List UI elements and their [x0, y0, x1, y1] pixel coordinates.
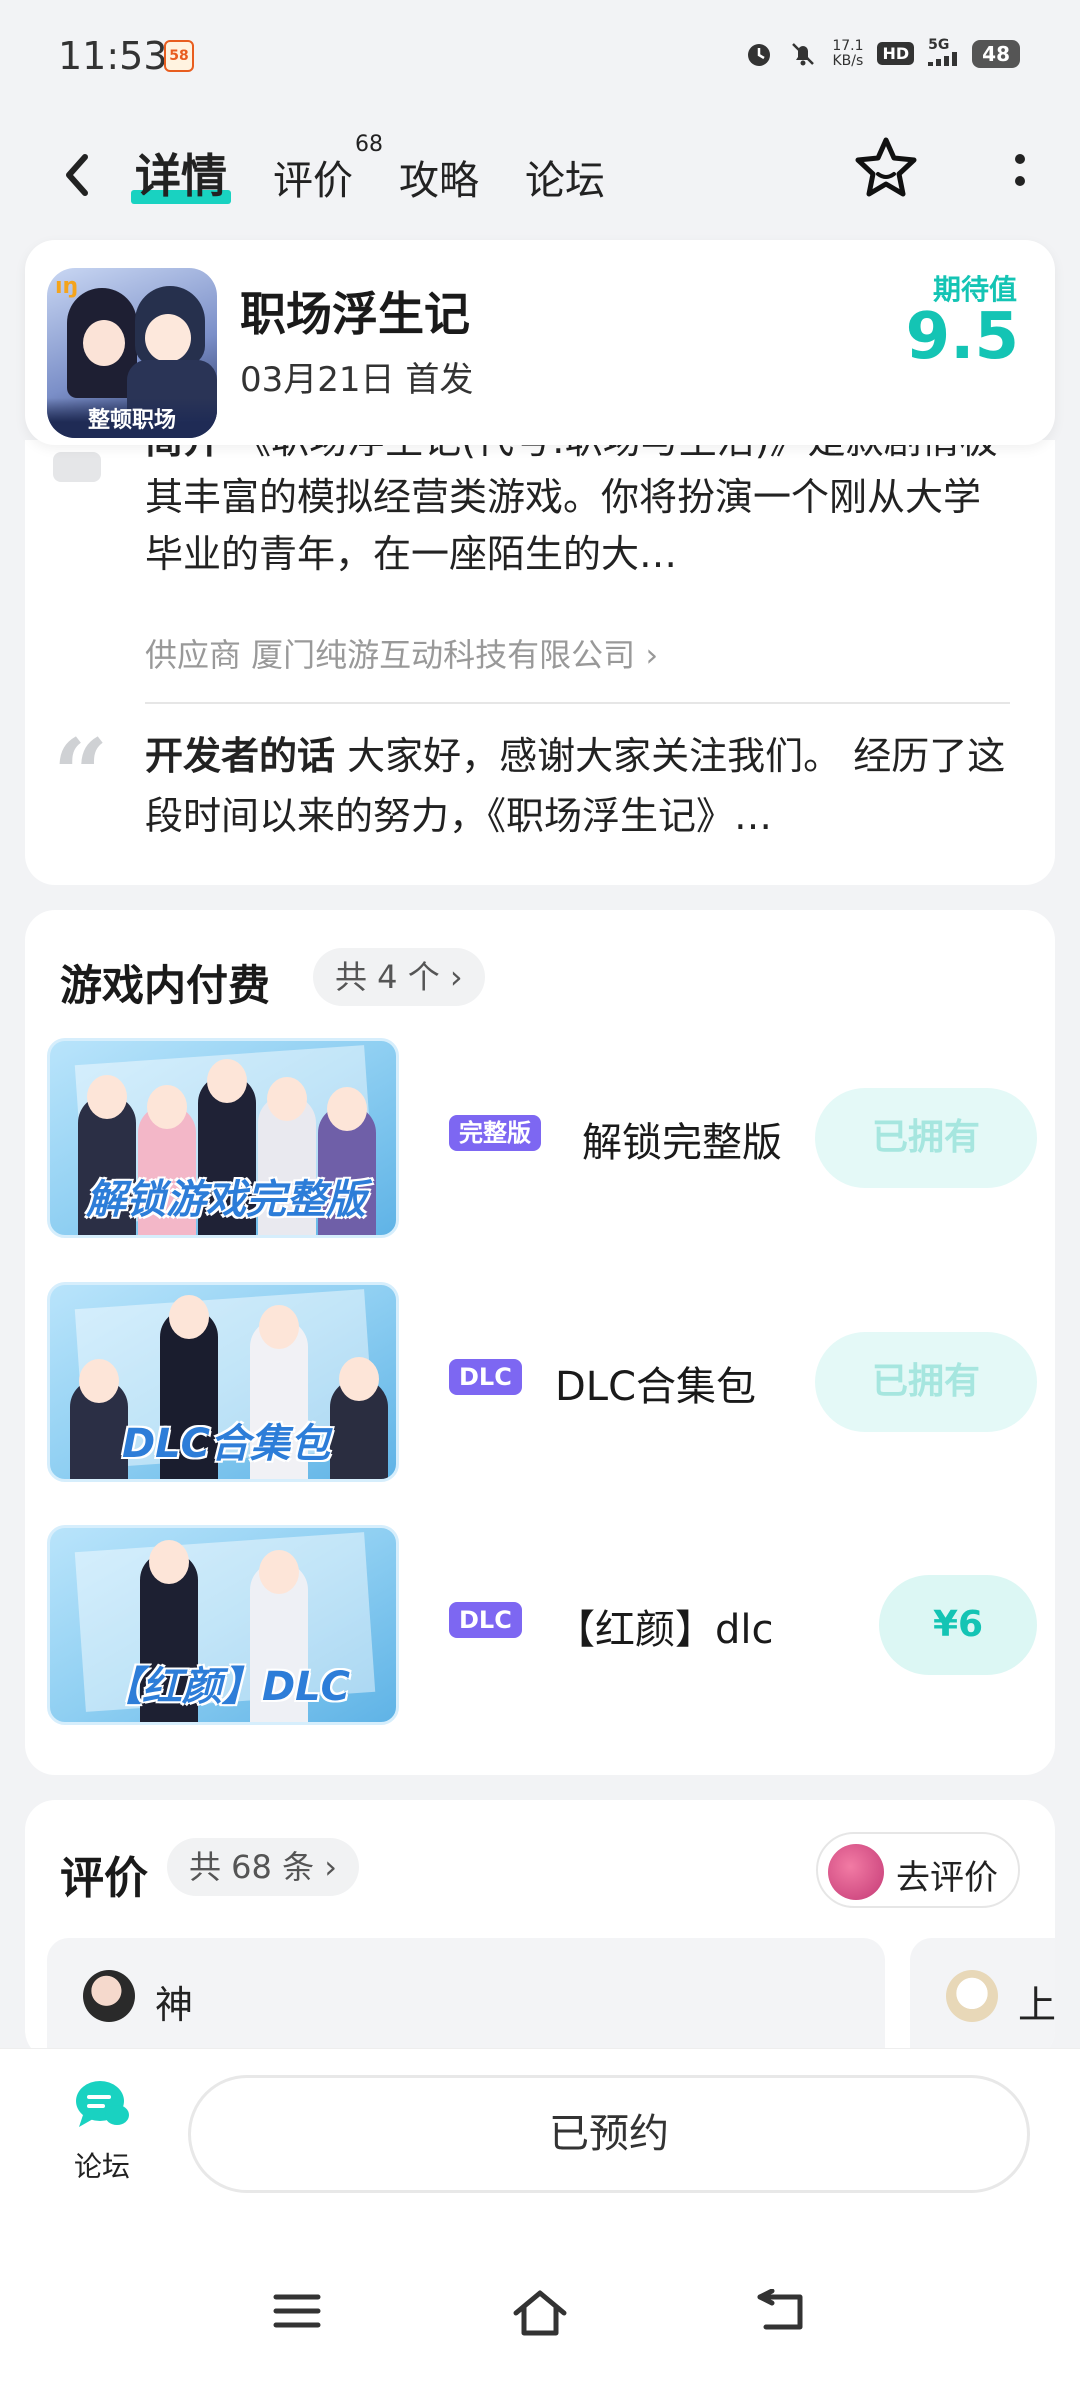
iap-item[interactable]: 【红颜】DLC DLC 【红颜】dlc ¥6 [47, 1525, 1037, 1725]
forum-button[interactable]: 论坛 [52, 2079, 152, 2185]
battery-icon: 48 [972, 39, 1020, 68]
iap-thumbnail: DLC合集包 [47, 1282, 399, 1482]
expectation-score: 9.5 [905, 300, 1019, 374]
full-version-tag: 完整版 [449, 1115, 541, 1151]
bottom-bar: 论坛 已预约 [0, 2048, 1080, 2388]
status-icons: 17.1 KB/s HD 5G 48 [744, 38, 1020, 69]
review-count-badge: 68 [355, 132, 383, 157]
reserved-button[interactable]: 已预约 [188, 2075, 1030, 2193]
buy-price-button[interactable]: ¥6 [879, 1575, 1037, 1675]
status-bar: 11:53 58 17.1 KB/s HD 5G 48 [0, 0, 1080, 120]
iap-thumbnail: 【红颜】DLC [47, 1525, 399, 1725]
app-notification-icon: 58 [164, 40, 194, 72]
developer-note[interactable]: 开发者的话 大家好，感谢大家关注我们。 经历了这段时间以来的努力，《职场浮生记》… [145, 726, 1015, 846]
alarm-icon [748, 43, 771, 66]
game-header-card: ıŋ 整顿职场 职场浮生记 03月21日 首发 期待值 9.5 [25, 240, 1055, 445]
network-speed: 17.1 KB/s [832, 37, 864, 69]
tab-forum[interactable]: 论坛 [525, 148, 605, 206]
divider [145, 702, 1010, 704]
owned-button[interactable]: 已拥有 [815, 1332, 1037, 1432]
more-menu-icon[interactable] [1010, 146, 1030, 196]
intro-bullet-icon [53, 452, 101, 482]
iap-name: DLC合集包 [555, 1364, 757, 1410]
dlc-tag: DLC [449, 1359, 522, 1395]
supplier-link[interactable]: 供应商 厦门纯游互动科技有限公司 › [145, 630, 658, 676]
write-review-button[interactable]: 去评价 [816, 1832, 1020, 1908]
dlc-tag: DLC [449, 1602, 522, 1638]
iap-name: 【红颜】dlc [555, 1607, 774, 1653]
top-nav: 详情 评价 68 攻略 论坛 [0, 120, 1080, 230]
quote-icon: “ [53, 718, 109, 831]
reviews-card: 评价 共 68 条 › 去评价 神 上 [25, 1800, 1055, 2060]
avatar [828, 1844, 884, 1900]
thumb-caption: 解锁游戏完整版 [86, 1177, 366, 1223]
home-key-icon[interactable] [512, 2289, 568, 2337]
section-title: 游戏内付费 [60, 961, 271, 1010]
game-title: 职场浮生记 [240, 287, 470, 341]
iap-thumbnail: 解锁游戏完整版 [47, 1038, 399, 1238]
icon-logo-text: 整顿职场 [87, 408, 176, 433]
avatar [946, 1970, 998, 2022]
signal-icon: 5G [928, 38, 958, 69]
back-arrow-icon[interactable] [55, 145, 105, 205]
hd-icon: HD [877, 42, 915, 65]
iap-item[interactable]: DLC合集包 DLC DLC合集包 已拥有 [47, 1282, 1037, 1482]
forum-chat-icon [76, 2081, 129, 2127]
status-time: 11:53 [58, 34, 168, 78]
iap-name: 解锁完整版 [582, 1120, 782, 1166]
review-username: 神 [155, 1983, 194, 2027]
owned-button[interactable]: 已拥有 [815, 1088, 1037, 1188]
review-count-pill[interactable]: 共 68 条 › [167, 1838, 360, 1896]
favorite-star-icon[interactable] [852, 134, 920, 202]
avatar [83, 1970, 135, 2022]
menu-key-icon[interactable] [272, 2289, 322, 2333]
tab-details[interactable]: 详情 [131, 140, 231, 206]
tab-bar: 详情 评价 68 攻略 论坛 [131, 132, 651, 206]
mute-bell-icon [792, 42, 815, 65]
tab-guides[interactable]: 攻略 [399, 148, 479, 206]
system-nav-bar [0, 2279, 1080, 2349]
icon-corner-mark: ıŋ [55, 274, 79, 299]
iap-item[interactable]: 解锁游戏完整版 完整版 解锁完整版 已拥有 [47, 1038, 1037, 1238]
thumb-caption: 【红颜】DLC [101, 1664, 351, 1710]
tab-reviews[interactable]: 评价 68 [273, 132, 383, 206]
game-icon[interactable]: ıŋ 整顿职场 [47, 268, 217, 438]
back-key-icon[interactable] [756, 2289, 806, 2333]
intro-text[interactable]: 简介 《职场浮生记(代号:职场与生活)》是款剧情极其丰富的模拟经营类游戏。你将扮… [145, 440, 1015, 583]
intro-clip: 简介 《职场浮生记(代号:职场与生活)》是款剧情极其丰富的模拟经营类游戏。你将扮… [145, 440, 1025, 620]
section-title: 评价 [60, 1853, 148, 1904]
thumb-caption: DLC合集包 [121, 1421, 331, 1467]
review-username: 上 [1018, 1983, 1055, 2027]
review-item[interactable]: 上 [910, 1938, 1055, 2060]
review-item[interactable]: 神 [47, 1938, 885, 2060]
iap-count-pill[interactable]: 共 4 个 › [313, 948, 485, 1006]
in-app-purchase-card: 游戏内付费 共 4 个 › 解锁游戏完整版 完整版 解锁完整版 已拥有 DLC合… [25, 910, 1055, 1775]
release-date: 03月21日 首发 [240, 360, 474, 400]
intro-card: 简介 《职场浮生记(代号:职场与生活)》是款剧情极其丰富的模拟经营类游戏。你将扮… [25, 440, 1055, 885]
